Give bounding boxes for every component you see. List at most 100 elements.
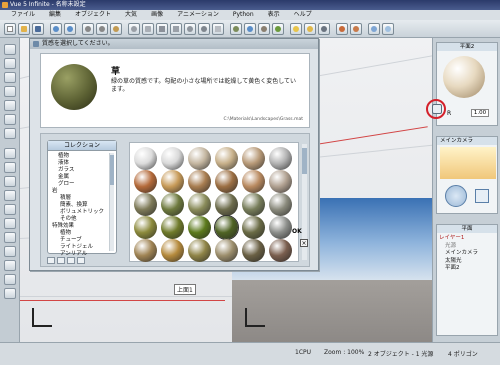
new-collection-button[interactable] [47,257,55,264]
info-tool-icon[interactable] [4,232,16,243]
material-swatch[interactable] [188,239,211,262]
cone-icon[interactable] [184,23,196,35]
hide-tool-icon[interactable] [4,190,16,201]
material-swatch[interactable] [269,147,292,170]
scale-tool-icon[interactable] [4,86,16,97]
copy-icon[interactable] [96,23,108,35]
layer-item[interactable]: 光源 [439,243,478,251]
material-swatch[interactable] [269,170,292,193]
view-tool-icon[interactable] [4,274,16,285]
tree-item[interactable]: 簡素、換算 [50,202,108,209]
material-swatch[interactable] [188,170,211,193]
pyramid-icon[interactable] [170,23,182,35]
plane-icon[interactable] [212,23,224,35]
material-swatch[interactable] [269,216,292,239]
material-swatch[interactable] [188,193,211,216]
tree-item[interactable]: 植物 [50,153,108,160]
material-preview-sphere-small[interactable] [443,56,485,98]
new-file-icon[interactable] [4,23,16,35]
menu-image[interactable]: 画像 [144,10,170,20]
material-swatch[interactable] [269,193,292,216]
tree-item[interactable]: 植物 [50,230,108,237]
material-swatch[interactable] [161,239,184,262]
material-swatch[interactable] [134,216,157,239]
material-swatch[interactable] [215,239,238,262]
drop-tool-icon[interactable] [4,162,16,173]
menu-view[interactable]: 表示 [261,10,287,20]
material-swatch[interactable] [134,170,157,193]
camera-control-icon[interactable] [445,185,467,207]
edit-collection-button[interactable] [57,257,65,264]
open-folder-icon[interactable] [18,23,30,35]
water-icon[interactable] [244,23,256,35]
rock-icon[interactable] [258,23,270,35]
layer-item[interactable]: レイヤー1 [439,235,478,243]
menu-help[interactable]: ヘルプ [287,10,319,20]
cylinder-icon[interactable] [142,23,154,35]
tree-item[interactable]: ガラス [50,167,108,174]
collection-options-button[interactable] [77,257,85,264]
sky-icon[interactable] [382,23,394,35]
tree-item[interactable]: 岩 [50,188,108,195]
tree-item[interactable]: その他 [50,216,108,223]
material-tool-icon[interactable] [4,128,16,139]
zoom-tool-icon[interactable] [4,246,16,257]
scroll-thumb[interactable] [302,148,307,174]
render-area-icon[interactable] [350,23,362,35]
scroll-thumb[interactable] [110,155,114,185]
rotate-tool-icon[interactable] [4,72,16,83]
material-swatch[interactable] [215,147,238,170]
material-swatch[interactable] [215,170,238,193]
flip-tool-icon[interactable] [4,176,16,187]
cube-icon[interactable] [156,23,168,35]
tree-item[interactable]: ボリュメトリック [50,209,108,216]
menu-object[interactable]: オブジェクト [68,10,118,20]
render-icon[interactable] [336,23,348,35]
material-swatch[interactable] [214,215,239,240]
grid-tool-icon[interactable] [4,288,16,299]
tree-item[interactable]: ライトジェル [50,244,108,251]
cut-icon[interactable] [82,23,94,35]
pan-tool-icon[interactable] [4,260,16,271]
material-swatch[interactable] [134,147,157,170]
spot-light-icon[interactable] [304,23,316,35]
delete-collection-button[interactable] [67,257,75,264]
select-tool-icon[interactable] [4,44,16,55]
menu-atmosphere[interactable]: 大気 [118,10,144,20]
sphere-icon[interactable] [128,23,140,35]
collection-scrollbar[interactable] [109,153,114,251]
material-swatch[interactable] [242,193,265,216]
plant-icon[interactable] [272,23,284,35]
menu-animation[interactable]: アニメーション [170,10,226,20]
tree-item[interactable]: 積層 [50,195,108,202]
terrain-icon[interactable] [230,23,242,35]
group-tool-icon[interactable] [4,114,16,125]
material-swatch[interactable] [215,193,238,216]
tree-item[interactable]: 液体 [50,160,108,167]
material-swatch[interactable] [161,193,184,216]
material-swatch[interactable] [161,216,184,239]
material-swatch[interactable] [269,239,292,262]
material-swatch[interactable] [161,147,184,170]
material-swatch[interactable] [161,170,184,193]
material-swatch[interactable] [188,147,211,170]
edit-material-icon[interactable] [432,104,442,114]
light-icon[interactable] [290,23,302,35]
lock-tool-icon[interactable] [4,204,16,215]
camera-icon[interactable] [318,23,330,35]
torus-icon[interactable] [198,23,210,35]
atmosphere-icon[interactable] [368,23,380,35]
save-icon[interactable] [32,23,44,35]
camera-zoom-icon[interactable] [475,189,489,203]
edit-tool-icon[interactable] [4,218,16,229]
link-tool-icon[interactable] [4,100,16,111]
material-swatch[interactable] [188,216,211,239]
material-swatch[interactable] [242,216,265,239]
menu-file[interactable]: ファイル [4,10,42,20]
collection-tree[interactable]: 植物 液体 ガラス 金属 グロー 岩 積層 簡素、換算 ボリュメトリック その他… [50,153,108,258]
move-tool-icon[interactable] [4,58,16,69]
material-swatch[interactable] [242,239,265,262]
layer-item[interactable]: 平面2 [439,265,478,273]
menu-edit[interactable]: 編集 [42,10,68,20]
scale-value[interactable]: 1.00 [471,109,489,117]
